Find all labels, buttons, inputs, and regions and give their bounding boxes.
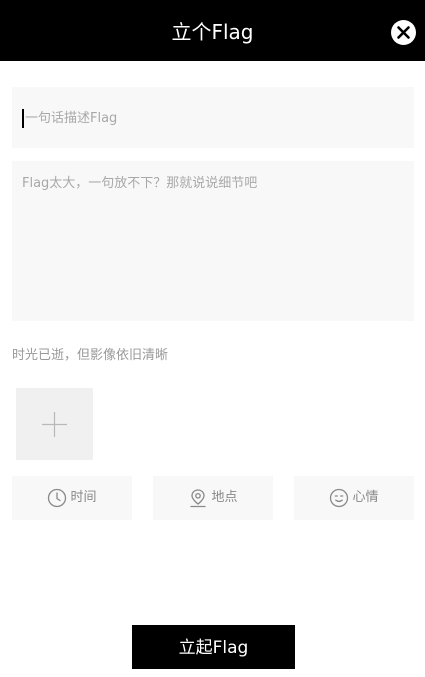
plus-icon <box>42 412 67 437</box>
location-option-label: 地点 <box>211 490 238 505</box>
mood-option-button[interactable]: 心情 <box>294 476 414 520</box>
flag-title-input[interactable] <box>25 104 405 132</box>
app-header: 立个Flag <box>0 0 425 61</box>
time-option-button[interactable]: 时间 <box>12 476 132 520</box>
page-title: 立个Flag <box>171 20 254 44</box>
text-caret <box>22 109 24 128</box>
submit-flag-button[interactable]: 立起Flag <box>132 625 295 669</box>
mood-option-label: 心情 <box>352 490 379 505</box>
close-button[interactable] <box>391 20 416 45</box>
smiley-face-icon <box>330 488 349 508</box>
clock-icon <box>48 488 67 508</box>
flag-description-input[interactable] <box>12 161 414 321</box>
location-option-button[interactable]: 地点 <box>153 476 273 520</box>
photo-caption: 时光已逝，但影像依旧清晰 <box>12 348 169 363</box>
close-circle-icon <box>397 26 410 39</box>
add-photo-button[interactable] <box>16 388 93 460</box>
location-pin-icon <box>190 489 207 508</box>
time-option-label: 时间 <box>70 490 97 505</box>
